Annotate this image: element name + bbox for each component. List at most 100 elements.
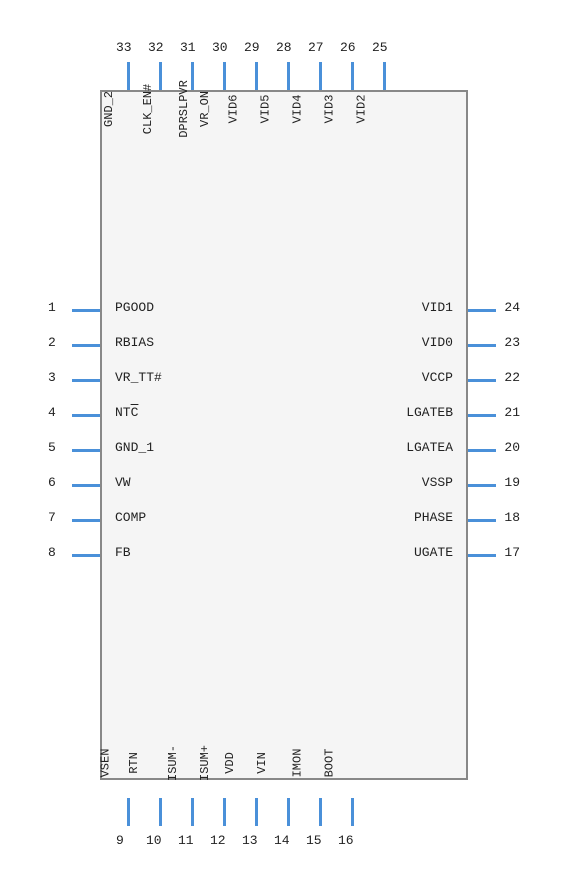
pin-line-top-32 [159, 62, 162, 90]
pin-num-21: 21 [504, 405, 520, 420]
pin-num-27: 27 [308, 40, 324, 55]
pin-label-left-4: NTC [115, 405, 138, 420]
ic-body [100, 90, 468, 780]
pin-num-22: 22 [504, 370, 520, 385]
pin-num-6: 6 [48, 475, 56, 490]
pin-line-top-33 [127, 62, 130, 90]
pin-num-24: 24 [504, 300, 520, 315]
pin-label-bottom-15: IMON [290, 749, 304, 778]
pin-line-right-18 [468, 519, 496, 522]
pin-label-top-26: VID3 [322, 95, 336, 124]
pin-label-top-31: DPRSLPVR [177, 80, 191, 138]
pin-label-right-21: LGATEB [406, 405, 453, 420]
pin-label-right-17: UGATE [414, 545, 453, 560]
pin-line-right-17 [468, 554, 496, 557]
pin-num-28: 28 [276, 40, 292, 55]
pin-label-top-25: VID2 [354, 95, 368, 124]
pin-line-left-7 [72, 519, 100, 522]
pin-line-top-28 [287, 62, 290, 90]
pin-num-20: 20 [504, 440, 520, 455]
ic-diagram: 33 GND_2 32 CLK_EN# 31 DPRSLPVR 30 VR_ON… [0, 0, 568, 888]
pin-num-30: 30 [212, 40, 228, 55]
pin-num-29: 29 [244, 40, 260, 55]
pin-num-16: 16 [338, 833, 354, 848]
pin-line-left-3 [72, 379, 100, 382]
pin-label-left-1: PGOOD [115, 300, 154, 315]
pin-line-left-8 [72, 554, 100, 557]
pin-num-13: 13 [242, 833, 258, 848]
pin-line-top-30 [223, 62, 226, 90]
pin-num-25: 25 [372, 40, 388, 55]
pin-label-top-29: VID6 [226, 95, 240, 124]
pin-line-right-21 [468, 414, 496, 417]
pin-line-bottom-16 [351, 798, 354, 826]
pin-label-left-6: VW [115, 475, 131, 490]
pin-label-bottom-10: RTN [127, 752, 141, 774]
pin-label-right-24: VID1 [422, 300, 453, 315]
pin-num-18: 18 [504, 510, 520, 525]
pin-label-left-8: FB [115, 545, 131, 560]
pin-line-bottom-13 [255, 798, 258, 826]
pin-label-left-5: GND_1 [115, 440, 154, 455]
pin-line-left-2 [72, 344, 100, 347]
pin-num-5: 5 [48, 440, 56, 455]
pin-line-bottom-14 [287, 798, 290, 826]
pin-num-4: 4 [48, 405, 56, 420]
pin-label-top-32: CLK_EN# [141, 84, 155, 134]
pin-label-bottom-16: BOOT [322, 749, 336, 778]
pin-line-right-20 [468, 449, 496, 452]
pin-num-11: 11 [178, 833, 194, 848]
pin-label-bottom-13: VDD [223, 752, 237, 774]
pin-line-bottom-11 [191, 798, 194, 826]
pin-line-right-24 [468, 309, 496, 312]
pin-num-10: 10 [146, 833, 162, 848]
pin-num-33: 33 [116, 40, 132, 55]
pin-label-bottom-11: ISUM- [166, 745, 180, 781]
pin-line-right-23 [468, 344, 496, 347]
pin-num-26: 26 [340, 40, 356, 55]
pin-line-top-26 [351, 62, 354, 90]
pin-label-left-3: VR_TT# [115, 370, 162, 385]
pin-line-right-22 [468, 379, 496, 382]
pin-line-bottom-10 [159, 798, 162, 826]
pin-label-right-18: PHASE [414, 510, 453, 525]
pin-num-7: 7 [48, 510, 56, 525]
pin-label-top-27: VID4 [290, 95, 304, 124]
pin-line-bottom-12 [223, 798, 226, 826]
pin-num-15: 15 [306, 833, 322, 848]
pin-num-3: 3 [48, 370, 56, 385]
pin-num-12: 12 [210, 833, 226, 848]
pin-label-left-7: COMP [115, 510, 146, 525]
pin-line-top-29 [255, 62, 258, 90]
pin-label-right-23: VID0 [422, 335, 453, 350]
pin-num-14: 14 [274, 833, 290, 848]
pin-line-right-19 [468, 484, 496, 487]
pin-label-left-2: RBIAS [115, 335, 154, 350]
pin-label-top-33: GND_2 [102, 91, 116, 127]
pin-line-left-1 [72, 309, 100, 312]
pin-line-bottom-9 [127, 798, 130, 826]
pin-num-19: 19 [504, 475, 520, 490]
pin-label-top-28: VID5 [258, 95, 272, 124]
pin-num-31: 31 [180, 40, 196, 55]
pin-line-left-4 [72, 414, 100, 417]
pin-line-top-31 [191, 62, 194, 90]
pin-line-left-5 [72, 449, 100, 452]
pin-label-right-20: LGATEA [406, 440, 453, 455]
pin-label-top-30: VR_ON [198, 91, 212, 127]
pin-label-right-22: VCCP [422, 370, 453, 385]
pin-num-32: 32 [148, 40, 164, 55]
pin-line-top-27 [319, 62, 322, 90]
pin-num-1: 1 [48, 300, 56, 315]
pin-label-bottom-14: VIN [255, 752, 269, 774]
pin-num-23: 23 [504, 335, 520, 350]
pin-num-17: 17 [504, 545, 520, 560]
pin-num-2: 2 [48, 335, 56, 350]
pin-label-right-19: VSSP [422, 475, 453, 490]
pin-label-bottom-12: ISUM+ [198, 745, 212, 781]
pin-num-9: 9 [116, 833, 124, 848]
pin-num-8: 8 [48, 545, 56, 560]
pin-line-left-6 [72, 484, 100, 487]
pin-line-top-25 [383, 62, 386, 90]
pin-label-bottom-9: VSEN [98, 749, 112, 778]
